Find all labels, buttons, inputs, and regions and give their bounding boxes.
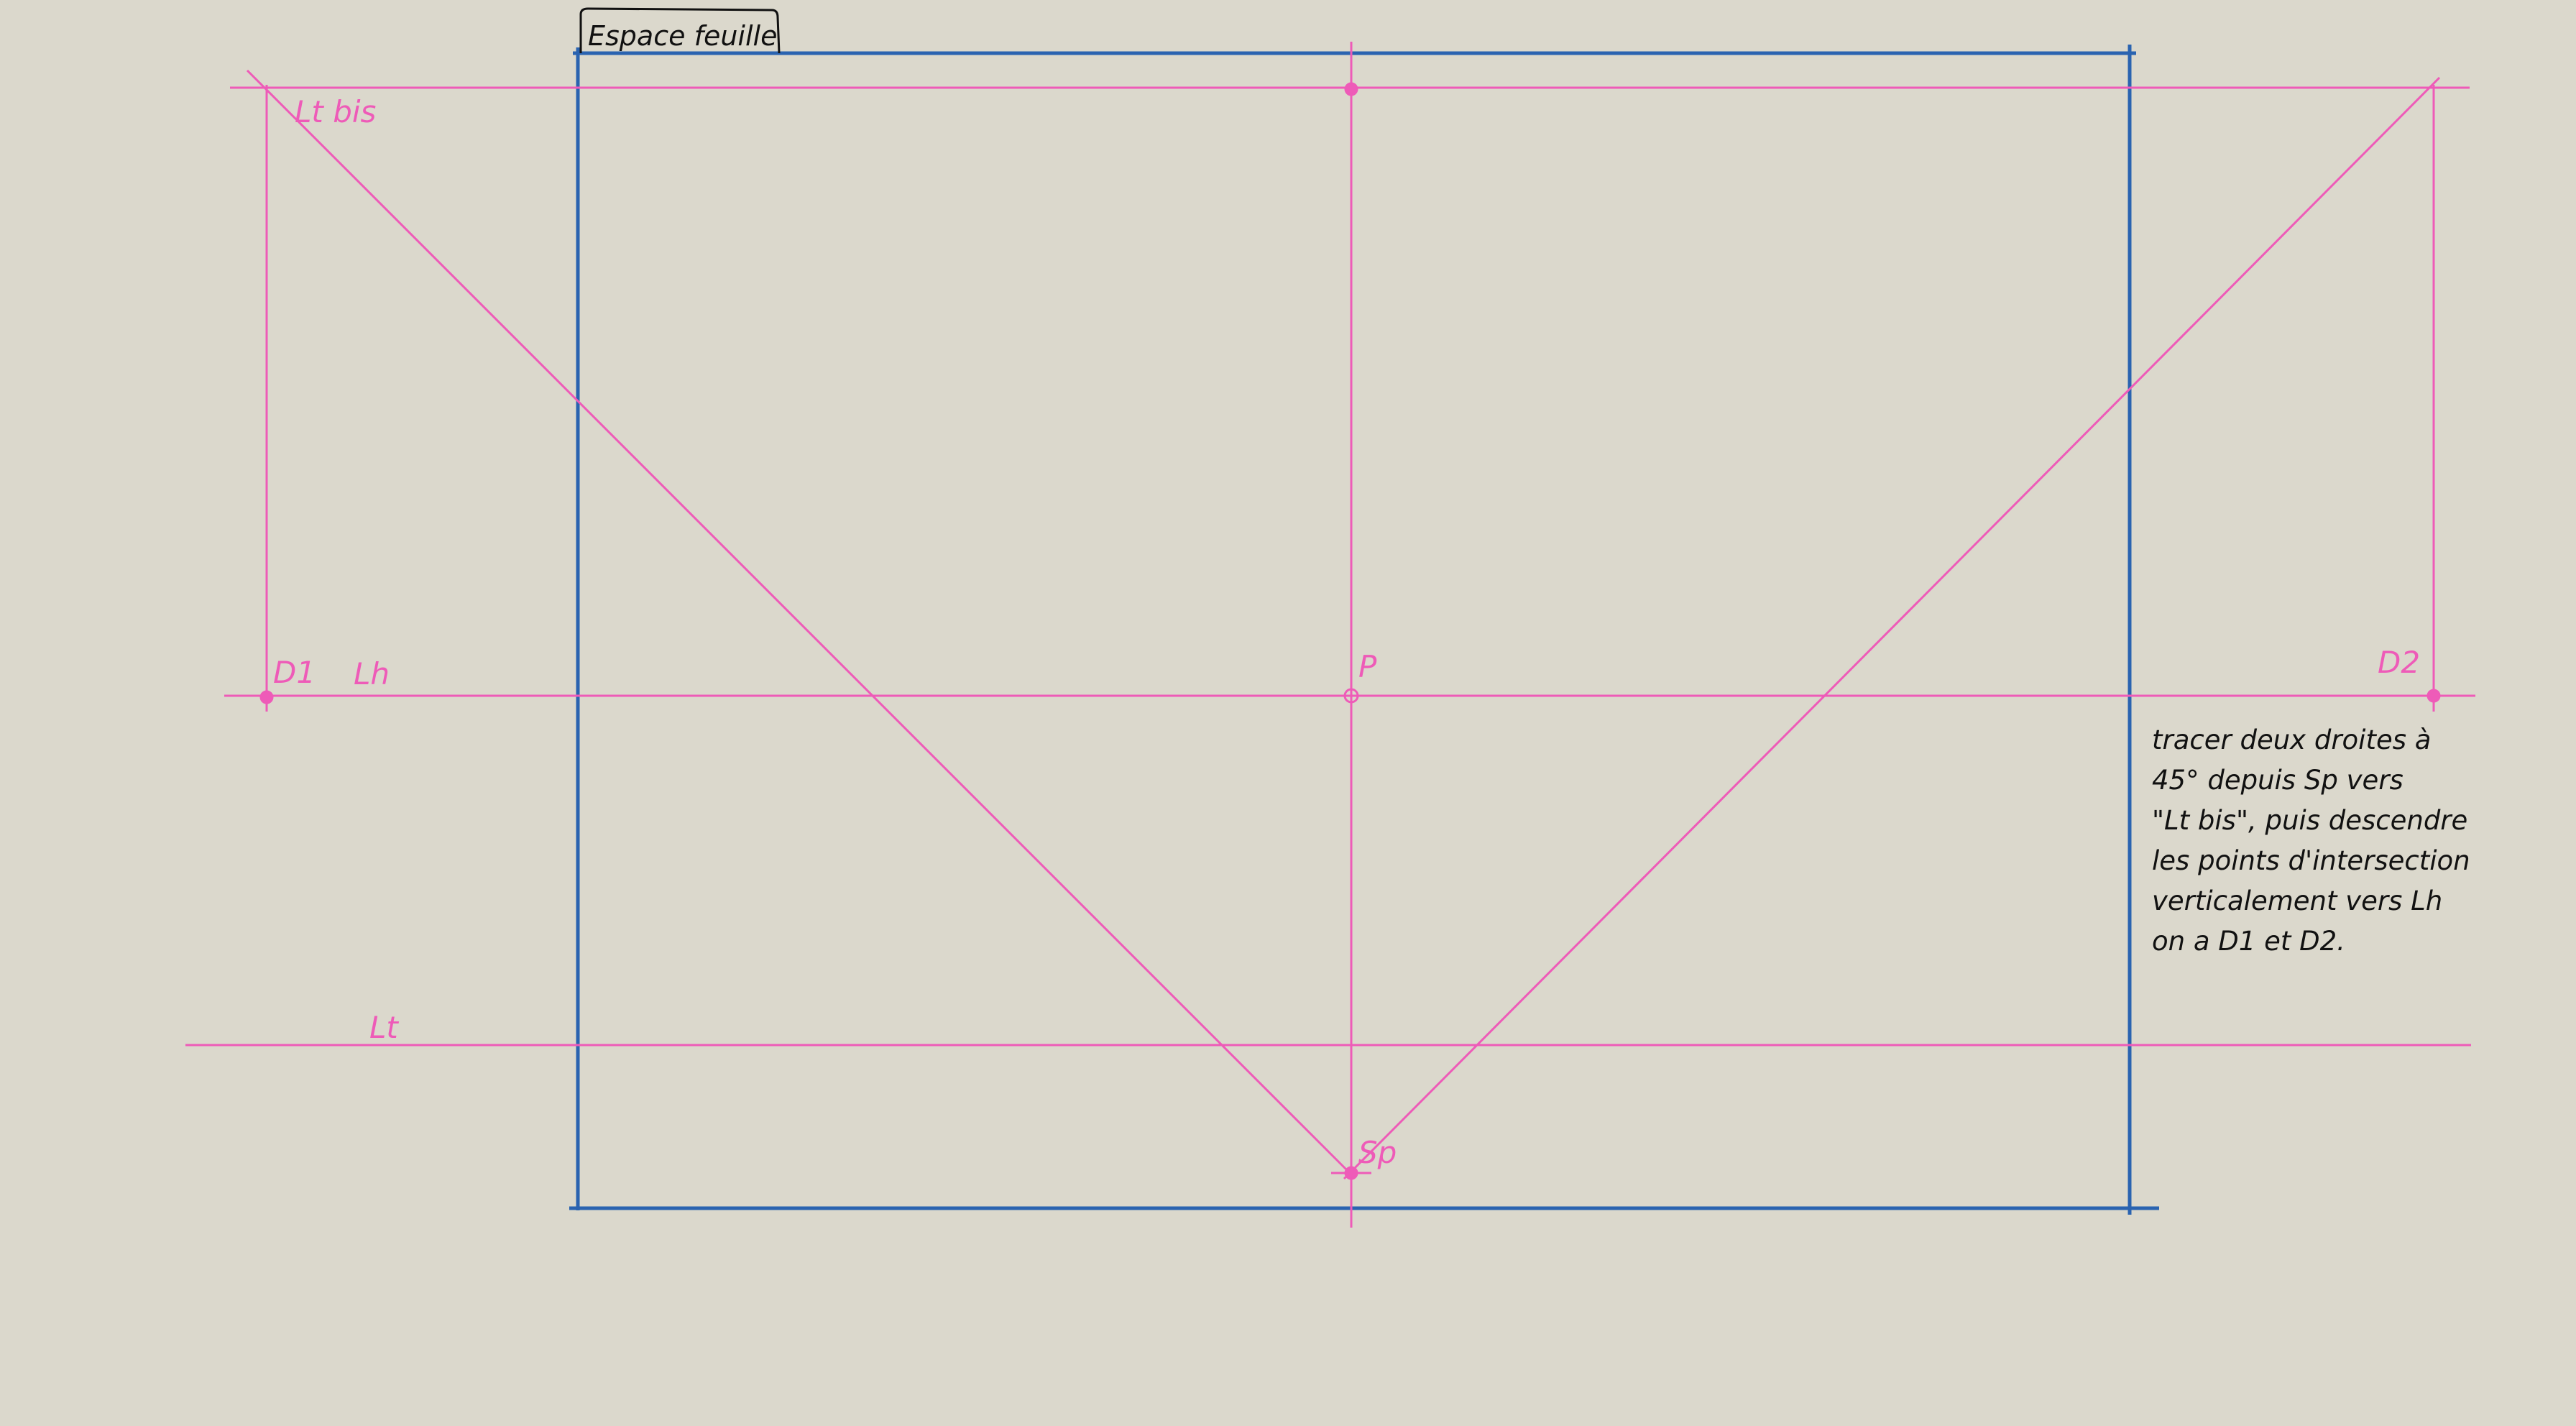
lh-label: Lh: [354, 656, 390, 691]
d1-label: D1: [273, 655, 316, 690]
diagonal-right-45: [1343, 76, 2441, 1180]
instruction-note: tracer deux droites à 45° depuis Sp vers…: [2152, 724, 2470, 957]
d2-label: D2: [2378, 645, 2420, 680]
note-line-2: 45° depuis Sp vers: [2152, 765, 2404, 796]
p-label: P: [1358, 649, 1377, 684]
diagonal-left-45: [246, 69, 1356, 1179]
note-line-1: tracer deux droites à: [2152, 724, 2431, 755]
perspective-construction-canvas: Espace feuille Lt bis D1 Lh P D2 Lt Sp t…: [185, 7, 2475, 1228]
note-line-6: on a D1 et D2.: [2152, 926, 2345, 957]
lt-label: Lt: [369, 1010, 399, 1045]
note-line-4: les points d'intersection: [2152, 845, 2470, 876]
d1-point: [259, 690, 274, 704]
construction-labels: Lt bis D1 Lh P D2 Lt Sp: [273, 94, 2420, 1170]
construction-lines: [185, 42, 2475, 1228]
lt-bis-label: Lt bis: [295, 94, 376, 129]
sheet-label-tab: Espace feuille: [579, 7, 781, 54]
sp-point: [1344, 1166, 1358, 1180]
sp-label: Sp: [1358, 1135, 1397, 1170]
sheet-label: Espace feuille: [588, 20, 777, 52]
note-line-5: verticalement vers Lh: [2152, 886, 2442, 916]
top-center-point: [1344, 82, 1358, 96]
note-line-3: "Lt bis", puis descendre: [2152, 805, 2467, 836]
d2-point: [2426, 689, 2441, 703]
